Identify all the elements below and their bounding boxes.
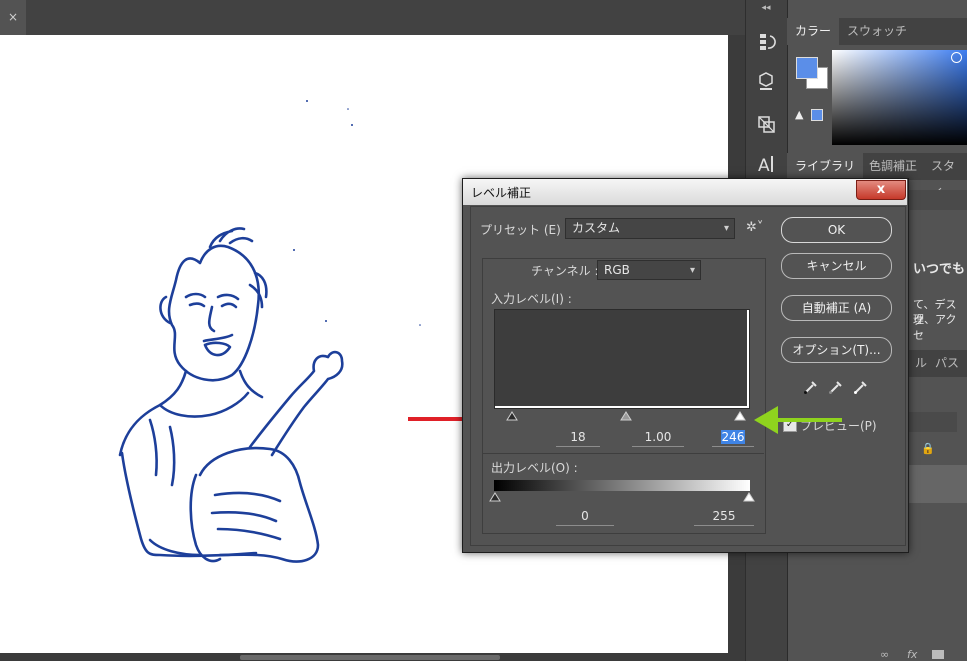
group-divider [483,453,764,454]
character-icon[interactable]: A [752,150,780,178]
auto-button[interactable]: 自動補正 (A) [781,295,892,321]
gray-eyedropper-icon[interactable] [827,378,845,399]
library-panel-tabs: ライブラリ 色調補正 スタイ [787,153,967,200]
preset-value: カスタム [572,221,621,235]
options-button[interactable]: オプション(T)... [781,337,892,363]
transform-icon[interactable] [752,110,780,138]
link-layers-icon[interactable]: ∞ [880,648,889,661]
input-shadow-slider[interactable] [506,411,518,421]
channel-select[interactable]: RGB ▾ [597,260,701,280]
input-highlight-slider[interactable] [734,411,746,421]
input-highlight-value: 246 [720,430,746,444]
library-heading: いつでも [913,262,966,277]
tab-paths[interactable]: パス [927,350,967,377]
color-picker-field[interactable] [832,50,967,145]
output-highlight-field[interactable]: 255 [694,507,754,526]
cancel-button[interactable]: キャンセル [781,253,892,279]
horizontal-scrollbar-thumb[interactable] [240,655,500,660]
preset-select[interactable]: カスタム ▾ [565,218,735,239]
ok-button[interactable]: OK [781,217,892,243]
input-highlight-field[interactable]: 246 [712,428,754,447]
output-gradient-bar [494,480,750,491]
channel-value: RGB [604,263,630,277]
input-gamma-slider[interactable] [620,411,632,421]
color-panel-tabs: カラー スウォッチ [787,18,967,45]
chevron-down-icon: ▾ [689,265,695,276]
layer-lock-icon[interactable]: 🔒 [921,442,935,455]
output-shadow-field[interactable]: 0 [556,507,614,526]
layer-mask-icon[interactable] [932,650,944,659]
black-eyedropper-icon[interactable] [802,378,820,399]
tab-adjustments[interactable]: 色調補正 [861,153,925,180]
output-shadow-slider[interactable] [489,492,501,502]
color-picker-cursor [951,52,962,63]
output-highlight-slider[interactable] [743,492,755,502]
document-tab-bar [0,0,745,35]
input-levels-label: 入力レベル(I) : [491,292,572,306]
histogram [494,309,750,409]
history-icon[interactable] [752,28,780,56]
output-slider-track[interactable] [489,491,755,503]
green-arrow-annotation [754,406,842,434]
foreground-color-swatch[interactable] [796,57,818,79]
layer-opacity-select[interactable] [907,412,957,432]
close-icon[interactable]: x [856,180,906,200]
gamut-warning-icon[interactable]: ▲ [795,108,803,121]
tab-styles[interactable]: スタイ [923,153,967,200]
svg-text:A: A [758,156,770,176]
dialog-title: レベル補正 [471,186,532,200]
3d-icon[interactable] [752,66,780,94]
chevron-down-icon: ▾ [723,223,729,234]
preset-label: プリセット (E) : [480,223,569,237]
input-slider-track[interactable] [494,410,750,424]
channel-label: チャンネル : [528,262,602,279]
input-gamma-field[interactable]: 1.00 [632,428,684,447]
tab-color[interactable]: カラー [787,18,840,45]
library-text-2: 理、アクセ [913,313,957,342]
layer-effects-icon[interactable]: fx [907,648,917,661]
input-shadow-field[interactable]: 18 [556,428,600,447]
document-tab-close-button[interactable]: × [0,0,26,35]
collapse-panels-icon[interactable]: ◂◂ [745,3,787,15]
tab-swatches[interactable]: スウォッチ [839,18,915,45]
preset-options-icon[interactable]: ✲˅ [746,220,763,235]
gamut-color-swatch[interactable] [811,109,823,121]
tab-libraries[interactable]: ライブラリ [787,153,864,180]
layers-panel-tabs: ル パス [907,350,967,377]
white-eyedropper-icon[interactable] [852,378,870,399]
output-levels-label: 出力レベル(O) : [491,461,578,475]
